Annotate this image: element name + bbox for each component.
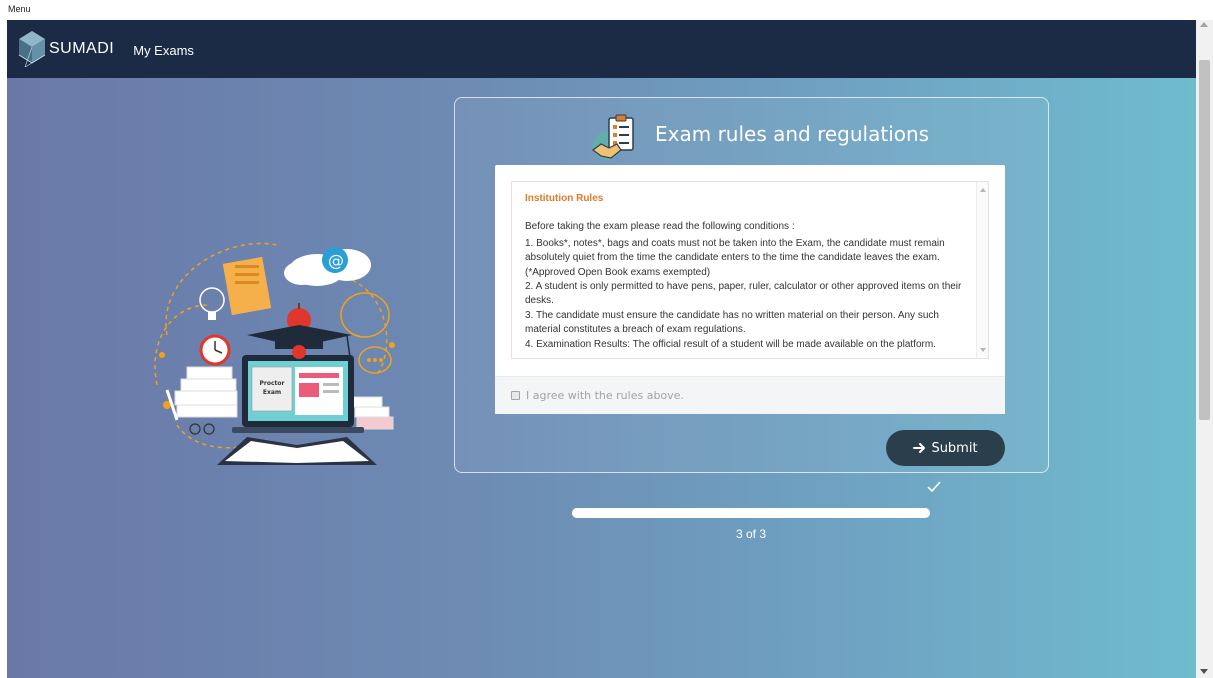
rules-scroll-up-icon[interactable]	[980, 188, 986, 192]
my-exams-link[interactable]: My Exams	[133, 43, 194, 58]
sumadi-logo-icon	[18, 31, 46, 68]
submit-label: Submit	[931, 440, 978, 456]
window-menu[interactable]: Menu	[0, 0, 1213, 20]
rules-panel: Institution Rules Before taking the exam…	[495, 165, 1005, 414]
svg-text:@: @	[328, 251, 344, 270]
logo-text: SUMADI	[49, 40, 115, 57]
rules-content: Institution Rules Before taking the exam…	[525, 192, 965, 352]
window-scrollbar[interactable]	[1196, 20, 1213, 678]
agree-label[interactable]: I agree with the rules above.	[526, 389, 684, 402]
agree-checkbox[interactable]	[511, 391, 520, 400]
rule-item-3: 3. The candidate must ensure the candida…	[525, 309, 939, 336]
scroll-down-icon[interactable]	[1200, 669, 1208, 674]
top-navbar: SUMADI My Exams	[7, 20, 1196, 78]
progress-bar	[572, 508, 930, 518]
rules-scrollbar[interactable]	[976, 182, 988, 358]
rule-item-2: 2. A student is only permitted to have p…	[525, 281, 962, 307]
exam-illustration: @ Proctor Exam	[154, 242, 395, 465]
illustration-screen-text-1: Proctor	[260, 380, 285, 387]
agree-row[interactable]: I agree with the rules above.	[495, 376, 1005, 414]
card-title: Exam rules and regulations	[655, 122, 930, 146]
app-viewport: SUMADI My Exams @ Proctor Exam Exam rule…	[7, 20, 1196, 678]
progress-label: 3 of 3	[735, 527, 767, 541]
rules-scroll-down-icon[interactable]	[980, 348, 986, 352]
illustration-screen-text-2: Exam	[263, 389, 281, 396]
check-icon	[927, 481, 941, 493]
scroll-up-icon[interactable]	[1200, 22, 1208, 27]
sumadi-logo[interactable]: SUMADI	[17, 29, 114, 69]
arrow-right-icon	[913, 443, 926, 453]
rule-item-4: 4. Examination Results: The official res…	[525, 338, 936, 350]
handshake-checklist-icon	[592, 114, 634, 160]
rules-intro: Before taking the exam please read the f…	[525, 221, 795, 233]
card-header: Exam rules and regulations	[587, 112, 929, 164]
submit-button[interactable]: Submit	[886, 430, 1005, 466]
rule-item-1: 1. Books*, notes*, bags and coats must n…	[525, 237, 945, 278]
rules-card: Exam rules and regulations Institution R…	[454, 97, 1049, 473]
progress-fill	[572, 508, 930, 518]
rules-scroll-box[interactable]: Institution Rules Before taking the exam…	[511, 181, 989, 359]
scroll-thumb[interactable]	[1199, 60, 1210, 420]
rules-heading: Institution Rules	[525, 193, 604, 204]
